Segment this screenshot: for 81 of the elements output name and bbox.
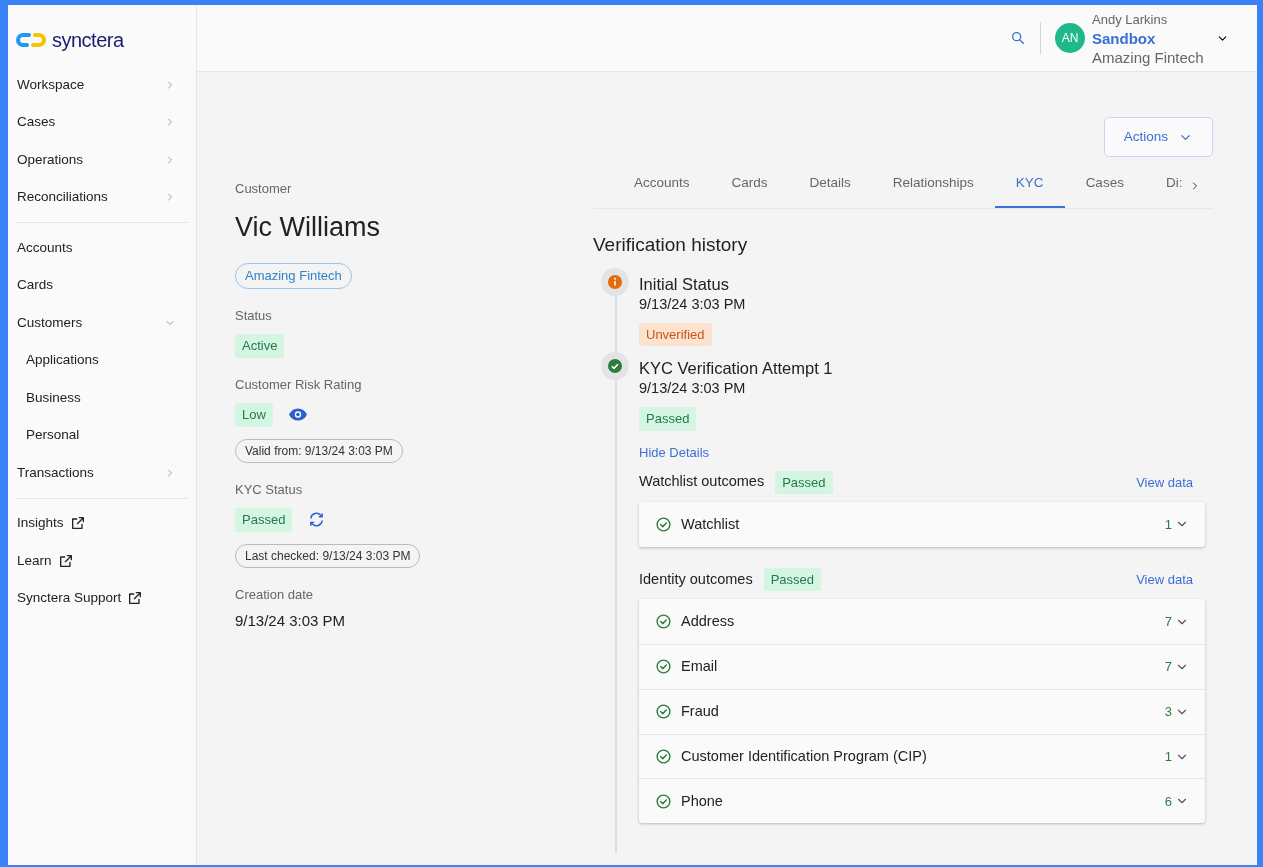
event-time: 9/13/24 3:03 PM xyxy=(639,294,747,314)
field-label: Creation date xyxy=(235,585,315,604)
tab[interactable]: KYC xyxy=(994,172,1065,208)
status-badge: Passed xyxy=(763,567,822,592)
search-icon xyxy=(1010,30,1026,46)
tab[interactable]: Cases xyxy=(1064,172,1145,208)
sidebar-item[interactable]: Cards xyxy=(8,266,196,304)
event-time: 9/13/24 3:03 PM xyxy=(639,379,747,398)
logo-text: synctera xyxy=(52,30,124,50)
field-value: 9/13/24 3:03 PM xyxy=(235,611,347,631)
organization-name: Amazing Fintech xyxy=(1092,47,1205,67)
sidebar-subitem[interactable]: Personal xyxy=(8,416,196,454)
outcome-count: 1 xyxy=(1164,747,1172,766)
view-data-link[interactable]: View data xyxy=(1136,569,1193,590)
outcome-row[interactable]: Customer Identification Program (CIP) 1 xyxy=(639,733,1205,779)
field-label: Status xyxy=(235,306,273,325)
status-badge: Active xyxy=(235,334,285,358)
check-circle-icon xyxy=(655,613,672,631)
outcome-count: 3 xyxy=(1164,703,1172,722)
sidebar-item[interactable]: Operations xyxy=(8,141,196,179)
outcome-label: Watchlist xyxy=(681,514,741,534)
check-circle-icon xyxy=(655,658,672,676)
status-badge: Low xyxy=(235,403,273,427)
check-circle-icon xyxy=(655,748,672,766)
tab[interactable]: Relationships xyxy=(871,172,995,208)
sidebar-item[interactable]: Accounts xyxy=(8,229,196,267)
status-badge: Passed xyxy=(235,508,293,532)
field-label: KYC Status xyxy=(235,480,304,499)
outcome-row[interactable]: Phone 6 xyxy=(639,778,1205,824)
tab[interactable]: Cards xyxy=(710,172,789,208)
environment-name: Sandbox xyxy=(1092,28,1157,48)
outcome-count: 6 xyxy=(1164,792,1172,811)
outcome-row[interactable]: Fraud 3 xyxy=(639,688,1205,734)
sidebar-subitem[interactable]: Business xyxy=(8,379,196,417)
sidebar-link[interactable]: Learn xyxy=(17,550,52,571)
section-caption: Customer xyxy=(235,180,293,198)
status-badge: Passed xyxy=(639,407,697,431)
event-title: KYC Verification Attempt 1 xyxy=(639,358,834,378)
field-label: Customer Risk Rating xyxy=(235,375,363,394)
sidebar-item[interactable]: Cases xyxy=(8,103,196,141)
tab[interactable]: Accounts xyxy=(613,172,711,208)
outcome-title: Watchlist outcomes xyxy=(639,472,765,492)
user-name: Andy Larkins xyxy=(1092,10,1169,29)
event-title: Initial Status xyxy=(639,273,730,294)
outcome-label: Email xyxy=(681,657,719,677)
sidebar-link[interactable]: Synctera Support xyxy=(17,588,122,609)
outcome-label: Phone xyxy=(681,791,724,811)
eye-icon[interactable] xyxy=(288,408,307,422)
check-circle-icon xyxy=(655,703,672,721)
outcome-count: 1 xyxy=(1164,515,1172,534)
sidebar-item[interactable]: Reconciliations xyxy=(8,178,196,216)
outcome-label: Fraud xyxy=(681,701,720,721)
refresh-icon xyxy=(308,511,326,529)
external-link-icon xyxy=(57,552,74,569)
outcome-label: Customer Identification Program (CIP) xyxy=(681,746,928,766)
sidebar-item[interactable]: Workspace xyxy=(8,66,196,104)
status-badge: Passed xyxy=(775,470,833,494)
check-circle-icon xyxy=(655,515,672,533)
outcome-row[interactable]: Address 7 xyxy=(639,599,1205,645)
external-link-icon xyxy=(127,590,144,607)
hide-details-link[interactable]: Hide Details xyxy=(639,444,710,460)
outcome-label: Address xyxy=(681,611,736,631)
external-link-icon xyxy=(69,515,86,532)
outcome-row[interactable]: Email 7 xyxy=(639,644,1205,689)
outcome-count: 7 xyxy=(1164,658,1172,677)
tab[interactable]: Details xyxy=(788,172,872,208)
tab[interactable]: Di: xyxy=(1144,172,1204,208)
sidebar-link[interactable]: Insights xyxy=(17,513,64,534)
sidebar-item[interactable]: Customers xyxy=(8,304,196,342)
sidebar-item[interactable]: Transactions xyxy=(8,454,196,492)
sidebar-subitem[interactable]: Applications xyxy=(8,341,196,379)
view-data-link[interactable]: View data xyxy=(1136,472,1193,492)
customer-name: Vic Williams xyxy=(235,210,381,244)
logo-icon xyxy=(16,32,46,48)
outcome-row[interactable]: Watchlist 1 xyxy=(639,502,1205,547)
outcome-count: 7 xyxy=(1164,612,1172,631)
status-badge: Unverified xyxy=(639,322,712,346)
check-circle-icon xyxy=(655,792,672,810)
actions-button[interactable]: Actions xyxy=(1103,117,1213,157)
section-title: Verification history xyxy=(593,233,749,257)
outcome-title: Identity outcomes xyxy=(639,569,753,589)
